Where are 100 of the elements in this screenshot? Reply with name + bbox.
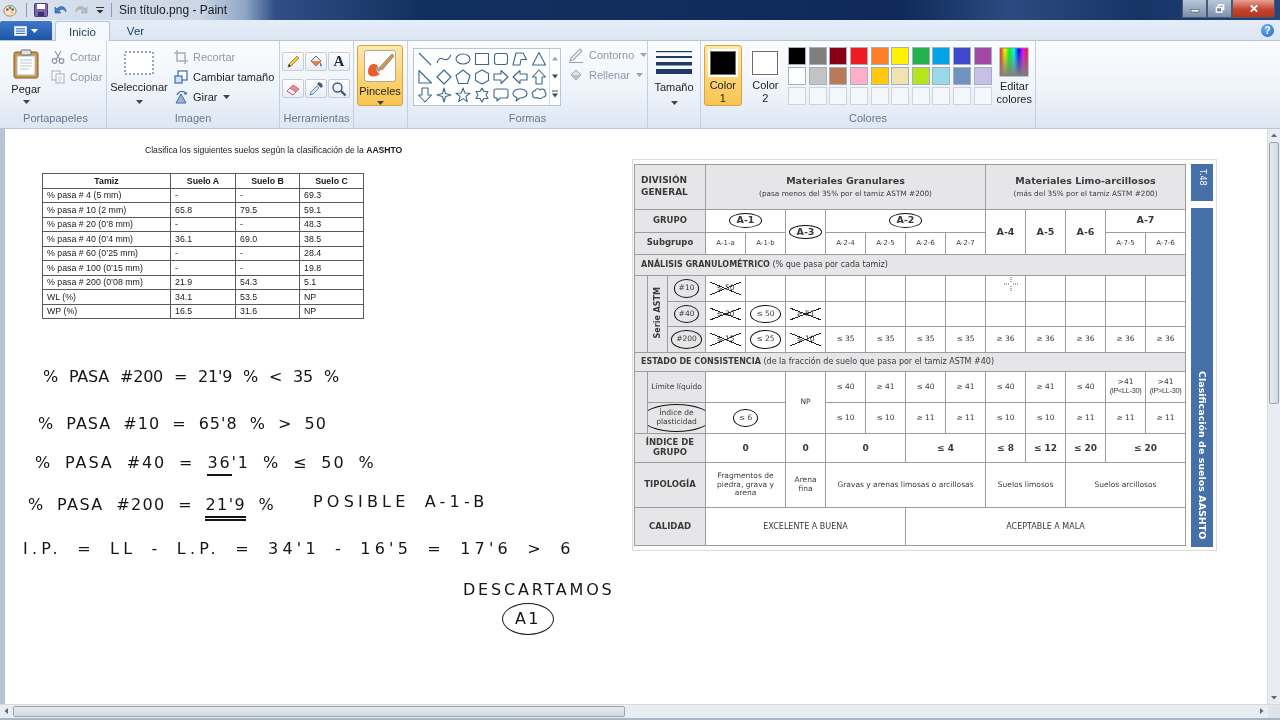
color-swatch-icon[interactable] — [973, 67, 992, 85]
right-arrow-shape-icon[interactable] — [493, 69, 509, 85]
color-swatch-icon[interactable] — [891, 67, 910, 85]
up-arrow-shape-icon[interactable] — [531, 69, 547, 85]
scrollbar-corner — [1268, 705, 1280, 718]
hexagon-shape-icon[interactable] — [474, 69, 490, 85]
triangle-shape-icon[interactable] — [531, 51, 547, 67]
rotate-button[interactable]: Girar — [172, 87, 277, 107]
down-arrow-shape-icon[interactable] — [417, 87, 433, 103]
scroll-thumb[interactable] — [1269, 142, 1279, 404]
diamond-shape-icon[interactable] — [436, 69, 452, 85]
oval-callout-shape-icon[interactable] — [512, 87, 528, 103]
color-swatch-icon[interactable] — [932, 47, 951, 65]
restore-button[interactable] — [1207, 0, 1232, 18]
column-header: Tamiz — [42, 173, 171, 188]
handwritten-note: POSIBLE A-1-B — [313, 491, 489, 513]
six-point-star-shape-icon[interactable] — [474, 87, 490, 103]
table-cell: 28.4 — [299, 246, 364, 261]
color-swatch-icon[interactable] — [829, 47, 848, 65]
tool-button[interactable] — [305, 52, 327, 71]
text-tool-button[interactable]: A — [328, 52, 350, 71]
group-label: Herramientas — [282, 111, 351, 126]
color-swatch-icon[interactable] — [973, 47, 992, 65]
color-swatch-icon[interactable] — [829, 67, 848, 85]
close-button[interactable] — [1232, 0, 1275, 18]
undo-icon[interactable] — [54, 3, 68, 17]
handwritten-note: DESCARTAMOS — [463, 579, 615, 601]
color-swatch-icon[interactable] — [849, 67, 868, 85]
select-button[interactable]: Seleccionar — [109, 45, 169, 106]
polygon-shape-icon[interactable] — [512, 51, 528, 67]
selection-rectangle-icon — [124, 51, 154, 75]
foreground-color-button[interactable]: Color 1 — [704, 45, 742, 106]
left-arrow-shape-icon[interactable] — [512, 69, 528, 85]
tool-button[interactable] — [282, 52, 304, 71]
group-label: Portapapeles — [22, 111, 89, 126]
table-cell: 21.9 — [170, 275, 236, 290]
app-menu-button[interactable] — [0, 21, 52, 40]
pentagon-shape-icon[interactable] — [455, 69, 471, 85]
tool-button[interactable] — [305, 79, 327, 98]
line-shape-icon[interactable] — [417, 51, 433, 67]
rounded-callout-shape-icon[interactable] — [493, 87, 509, 103]
five-point-star-shape-icon[interactable] — [455, 87, 471, 103]
table-cell: ≤ 4 — [905, 433, 986, 463]
ribbon-tab[interactable]: Ver — [112, 21, 159, 40]
resize-button[interactable]: Cambiar tamaño — [172, 67, 277, 87]
table-cell: 0 — [785, 433, 826, 463]
table-cell: ≤ 8 — [985, 433, 1026, 463]
table-cell: % pasa # 10 (2 mm) — [42, 202, 171, 217]
table-cell: 79.5 — [235, 202, 300, 217]
paint-palette-icon[interactable] — [3, 3, 17, 17]
color-swatch-icon[interactable] — [788, 47, 807, 65]
group-label: Imagen — [173, 111, 213, 126]
tool-button[interactable] — [328, 79, 350, 98]
rectangle-shape-icon[interactable] — [474, 51, 490, 67]
color-swatch-icon[interactable] — [849, 47, 868, 65]
rounded-rectangle-shape-icon[interactable] — [493, 51, 509, 67]
caret-icon — [635, 73, 643, 77]
edit-colors-button[interactable]: Editar colores — [993, 45, 1035, 106]
group-label: A-7 — [1135, 214, 1156, 228]
color-swatch-icon[interactable] — [788, 67, 807, 85]
color-swatch-icon[interactable] — [911, 67, 930, 85]
caret-icon — [22, 100, 30, 104]
color-swatch-icon[interactable] — [870, 67, 889, 85]
brushes-button[interactable]: Pinceles — [357, 45, 403, 106]
color-swatch-icon[interactable] — [911, 47, 930, 65]
table-cell: - — [235, 260, 300, 275]
color-swatch-icon[interactable] — [808, 67, 827, 85]
four-point-star-shape-icon[interactable] — [436, 87, 452, 103]
color-swatch-icon[interactable] — [952, 47, 971, 65]
table-cell: 69.3 — [299, 188, 364, 203]
table-cell: % pasa # 40 (0’4 mm) — [42, 231, 171, 246]
color-swatch-icon[interactable] — [932, 67, 951, 85]
caret-icon — [640, 53, 648, 57]
color-swatch-icon[interactable] — [870, 47, 889, 65]
paste-button[interactable]: Pegar — [7, 45, 45, 106]
horizontal-scrollbar[interactable] — [0, 704, 1280, 720]
background-color-button[interactable]: Color 2 — [746, 45, 785, 106]
right-triangle-shape-icon[interactable] — [417, 69, 433, 85]
group-label: Formas — [507, 111, 548, 126]
oval-shape-icon[interactable] — [455, 51, 471, 67]
customize-caret-icon[interactable] — [96, 6, 104, 14]
table-cell: 65.8 — [170, 202, 236, 217]
tool-button[interactable] — [282, 79, 304, 98]
color-spectrum-icon — [999, 47, 1030, 77]
ribbon-tab[interactable]: Inicio — [55, 21, 110, 41]
save-icon[interactable] — [34, 3, 48, 17]
table-cell: - — [170, 217, 236, 232]
size-button[interactable]: Tamaño — [651, 45, 697, 106]
color-swatch-icon[interactable] — [891, 47, 910, 65]
color-swatch-icon[interactable] — [952, 67, 971, 85]
division-title: Materiales Limo-arcillosos — [1014, 175, 1157, 187]
empty-swatch-icon[interactable] — [870, 87, 889, 105]
scroll-thumb[interactable] — [13, 706, 625, 717]
table-number-label: T.48 — [1191, 164, 1214, 201]
empty-swatch-icon[interactable] — [973, 87, 992, 105]
minimize-button[interactable] — [1182, 0, 1207, 18]
row-header: GRUPO — [634, 209, 706, 232]
color-swatch-icon[interactable] — [808, 47, 827, 65]
paint-bucket-icon — [568, 67, 584, 83]
vertical-scrollbar[interactable] — [1267, 129, 1280, 704]
